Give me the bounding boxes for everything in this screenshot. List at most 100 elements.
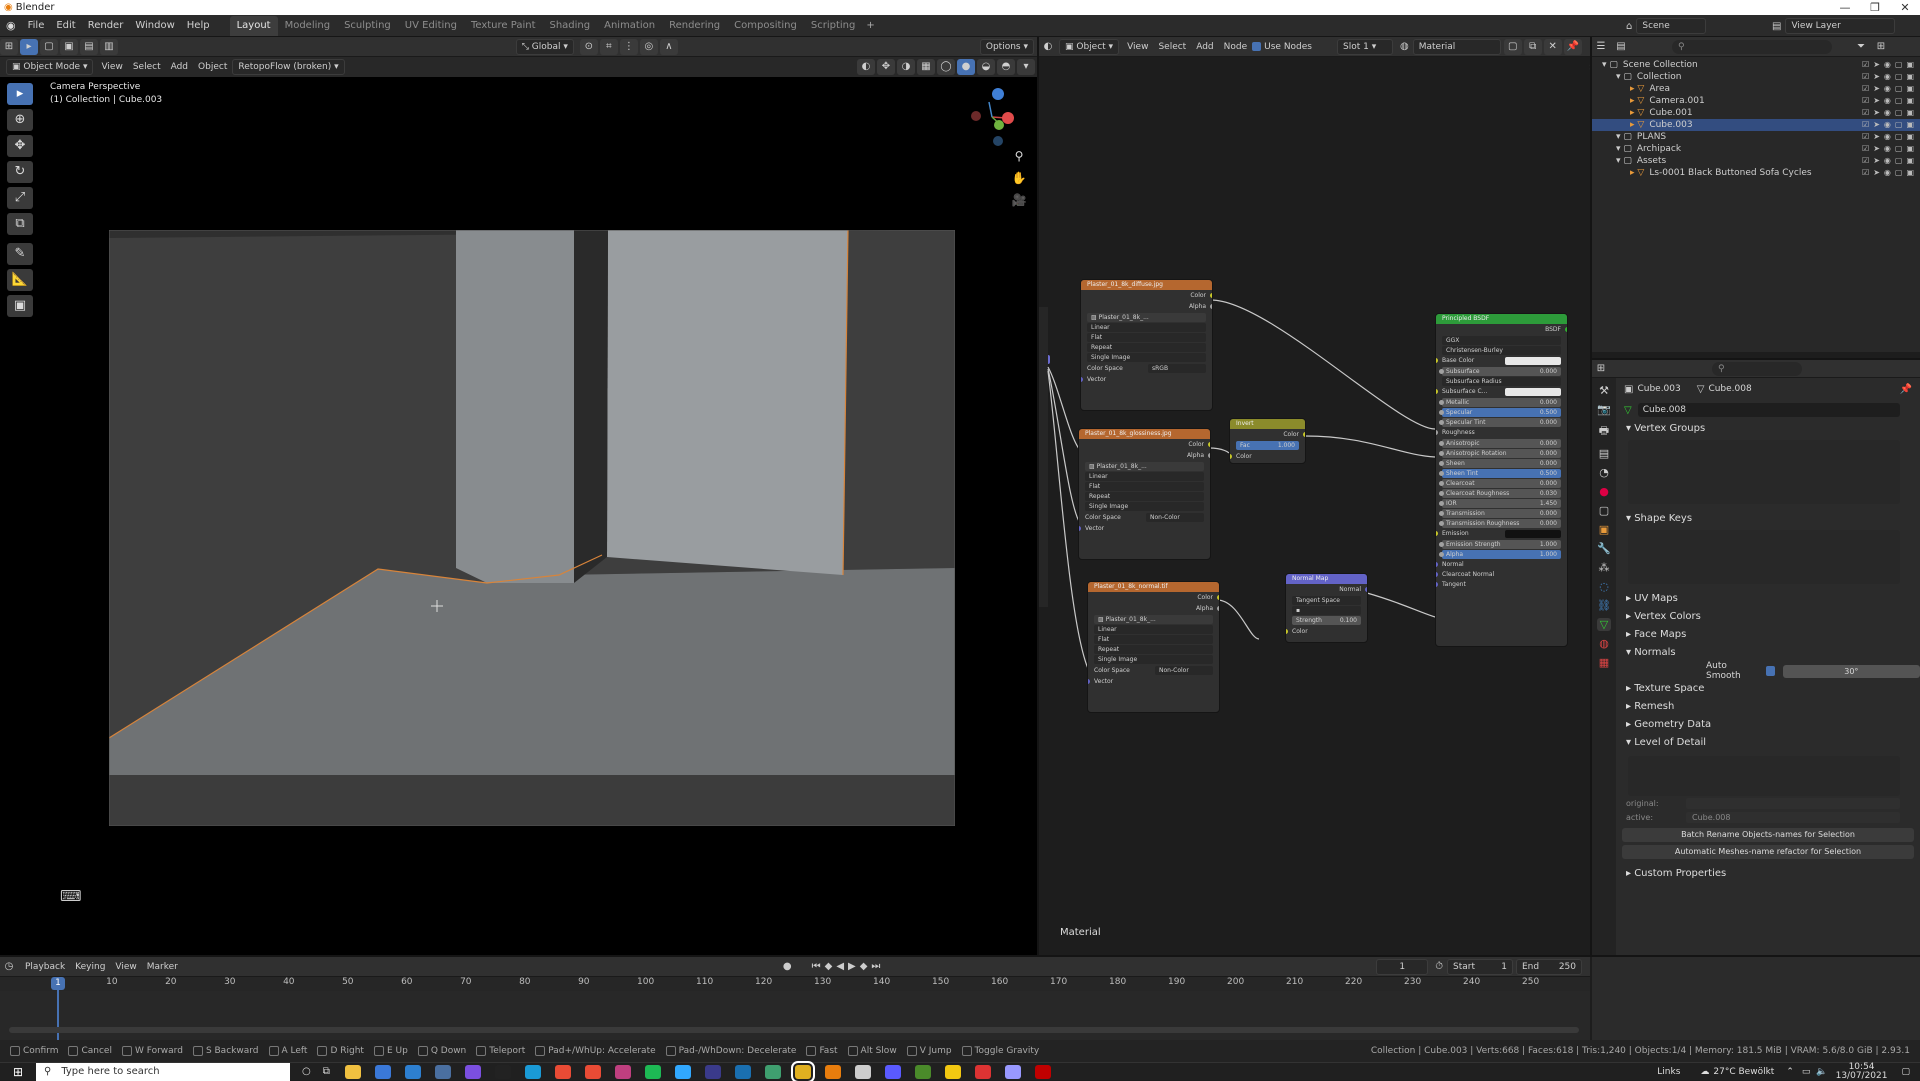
eye-icon[interactable]: ◉	[1884, 119, 1891, 131]
modifier-tab-icon[interactable]: 🔧	[1597, 542, 1611, 555]
camera-render-icon[interactable]: ▢	[1895, 71, 1903, 83]
navigation-gizmo[interactable]	[962, 82, 1028, 148]
select-arrow-icon[interactable]: ➤	[1873, 143, 1880, 155]
workspace-tab-scripting[interactable]: Scripting	[804, 16, 862, 36]
extension-dropdown[interactable]: Repeat	[1094, 645, 1213, 654]
socket-icon[interactable]	[1208, 453, 1210, 458]
axis-x-icon[interactable]	[1002, 112, 1014, 124]
socket-icon[interactable]	[1079, 526, 1081, 531]
taskbar-app-icon[interactable]	[764, 1064, 781, 1079]
select-arrow-icon[interactable]: ➤	[1873, 59, 1880, 71]
vertex-groups-section[interactable]: ▾ Vertex Groups	[1616, 420, 1920, 438]
viewlayer-name[interactable]: View Layer	[1785, 18, 1896, 34]
outliner-row-scene-collection[interactable]: ▾ ▢ Scene Collection ☑ ➤ ◉ ▢ ▣	[1592, 59, 1920, 71]
node-menu-node[interactable]: Node	[1224, 42, 1248, 52]
node-normal-map[interactable]: Normal Map Normal Tangent Space ▪ Streng…	[1285, 573, 1368, 643]
extension-dropdown[interactable]: Repeat	[1085, 492, 1204, 501]
bsdf-input-field[interactable]: Transmission Roughness 0.000	[1439, 519, 1561, 528]
filter-icon[interactable]: ⏷	[1852, 39, 1870, 55]
workspace-tab-shading[interactable]: Shading	[542, 16, 597, 36]
eye-icon[interactable]: ◉	[1884, 59, 1891, 71]
next-key-icon[interactable]: ◆	[860, 961, 868, 972]
socket-icon[interactable]	[1439, 552, 1444, 557]
weather-icon[interactable]: ☁	[1700, 1067, 1709, 1077]
shape-keys-list[interactable]	[1628, 530, 1900, 584]
colorspace-dropdown[interactable]: Non-Color	[1155, 666, 1213, 675]
socket-icon[interactable]	[1217, 595, 1219, 600]
timeline-menu-keying[interactable]: Keying	[75, 962, 105, 972]
current-frame-field[interactable]: 1	[1376, 958, 1429, 975]
notifications-icon[interactable]: ▢	[1901, 1067, 1910, 1077]
socket-icon[interactable]	[1210, 304, 1212, 309]
pivot-icon[interactable]: ⊙	[579, 38, 598, 55]
annotate-tool-icon[interactable]: ✎	[7, 243, 33, 265]
render-icon[interactable]: ▣	[1906, 71, 1914, 83]
socket-icon[interactable]	[1303, 432, 1305, 437]
object-dropdown[interactable]: ▣ Object ▾	[1059, 38, 1120, 55]
workspace-tab-layout[interactable]: Layout	[229, 16, 278, 36]
socket-icon[interactable]	[1436, 562, 1438, 567]
image-selector[interactable]: ▨ Plaster_01_8k_...	[1085, 462, 1204, 471]
socket-icon[interactable]	[1439, 521, 1444, 526]
bsdf-input-field[interactable]: Sheen 0.000	[1439, 459, 1561, 468]
taskbar-app-icon[interactable]	[344, 1064, 361, 1079]
viewport-menu-view[interactable]: View	[101, 62, 122, 72]
bsdf-input-field[interactable]: Transmission 0.000	[1439, 509, 1561, 518]
new-collection-icon[interactable]: ⊞	[1872, 39, 1890, 55]
select-arrow-icon[interactable]: ➤	[1873, 71, 1880, 83]
outliner-row-cube-003[interactable]: ▸ ▽ Cube.003 ☑ ➤ ◉ ▢ ▣	[1592, 119, 1920, 131]
socket-icon[interactable]	[1436, 582, 1438, 587]
task-view-icon[interactable]: ⧉	[323, 1066, 330, 1077]
checkbox-icon[interactable]: ☑	[1862, 59, 1869, 71]
socket-icon[interactable]	[1439, 420, 1444, 425]
checkbox-icon[interactable]: ☑	[1862, 107, 1869, 119]
taskbar-app-icon[interactable]	[914, 1064, 931, 1079]
use-nodes-checkbox[interactable]	[1252, 42, 1262, 51]
camera-render-icon[interactable]: ▢	[1895, 83, 1903, 95]
socket-icon[interactable]	[1217, 606, 1219, 611]
node-editor-type-icon[interactable]: ◐	[1039, 39, 1057, 55]
node-principled-bsdf[interactable]: Principled BSDF BSDF GGX Christensen-Bur…	[1435, 313, 1568, 647]
projection-dropdown[interactable]: Flat	[1087, 333, 1206, 342]
checkbox-icon[interactable]: ☑	[1862, 143, 1869, 155]
socket-icon[interactable]	[1439, 471, 1444, 476]
render-icon[interactable]: ▣	[1906, 107, 1914, 119]
record-icon[interactable]: ●	[783, 961, 792, 972]
volume-icon[interactable]: 🔈	[1816, 1067, 1827, 1077]
viewport-menu-select[interactable]: Select	[133, 62, 161, 72]
color-swatch[interactable]	[1505, 388, 1561, 396]
socket-icon[interactable]	[1436, 389, 1438, 394]
workspace-tab-sculpting[interactable]: Sculpting	[337, 16, 398, 36]
new-material-icon[interactable]: ⧉	[1523, 38, 1542, 55]
socket-icon[interactable]	[1439, 451, 1444, 456]
select-tool-icon[interactable]: ▸	[7, 83, 33, 105]
bsdf-input-field[interactable]: Anisotropic Rotation 0.000	[1439, 449, 1561, 458]
prev-key-icon[interactable]: ◆	[825, 961, 833, 972]
axis-y-icon[interactable]	[994, 120, 1004, 130]
transform-tool-icon[interactable]: ⧉	[7, 213, 33, 235]
interp-dropdown[interactable]: Linear	[1094, 625, 1213, 634]
scene-tab-icon[interactable]: ◔	[1599, 466, 1609, 479]
camera-render-icon[interactable]: ▢	[1895, 131, 1903, 143]
render-icon[interactable]: ▣	[1906, 155, 1914, 167]
shading-solid-icon[interactable]: ●	[957, 59, 975, 75]
properties-type-icon[interactable]: ⊞	[1592, 361, 1610, 377]
constraints-tab-icon[interactable]: ⛓	[1597, 599, 1611, 612]
editor-type-icon[interactable]: ⊞	[0, 38, 18, 55]
outliner-row-plans[interactable]: ▾ ▢ PLANS ☑ ➤ ◉ ▢ ▣	[1592, 131, 1920, 143]
socket-icon[interactable]	[1439, 461, 1444, 466]
socket-icon[interactable]	[1439, 441, 1444, 446]
shading-wire-icon[interactable]: ◯	[937, 59, 955, 75]
xray-icon[interactable]: ▦	[917, 59, 935, 75]
socket-icon[interactable]	[1439, 542, 1444, 547]
node-editor-canvas[interactable]: › Plaster_01_8k_diffuse.jpg Color Alpha …	[1039, 57, 1593, 955]
camera-render-icon[interactable]: ▢	[1895, 167, 1903, 179]
bsdf-input-field[interactable]: Alpha 1.000	[1439, 550, 1561, 559]
section-remesh[interactable]: ▸ Remesh	[1616, 698, 1920, 716]
bsdf-dropdown-input[interactable]: Subsurface Radius	[1442, 377, 1561, 386]
render-tab-icon[interactable]: 📷	[1597, 403, 1611, 416]
taskbar-app-icon[interactable]	[584, 1064, 601, 1079]
checkbox-icon[interactable]: ☑	[1862, 131, 1869, 143]
workspace-tab-animation[interactable]: Animation	[597, 16, 662, 36]
play-icon[interactable]: ▶	[848, 961, 856, 972]
